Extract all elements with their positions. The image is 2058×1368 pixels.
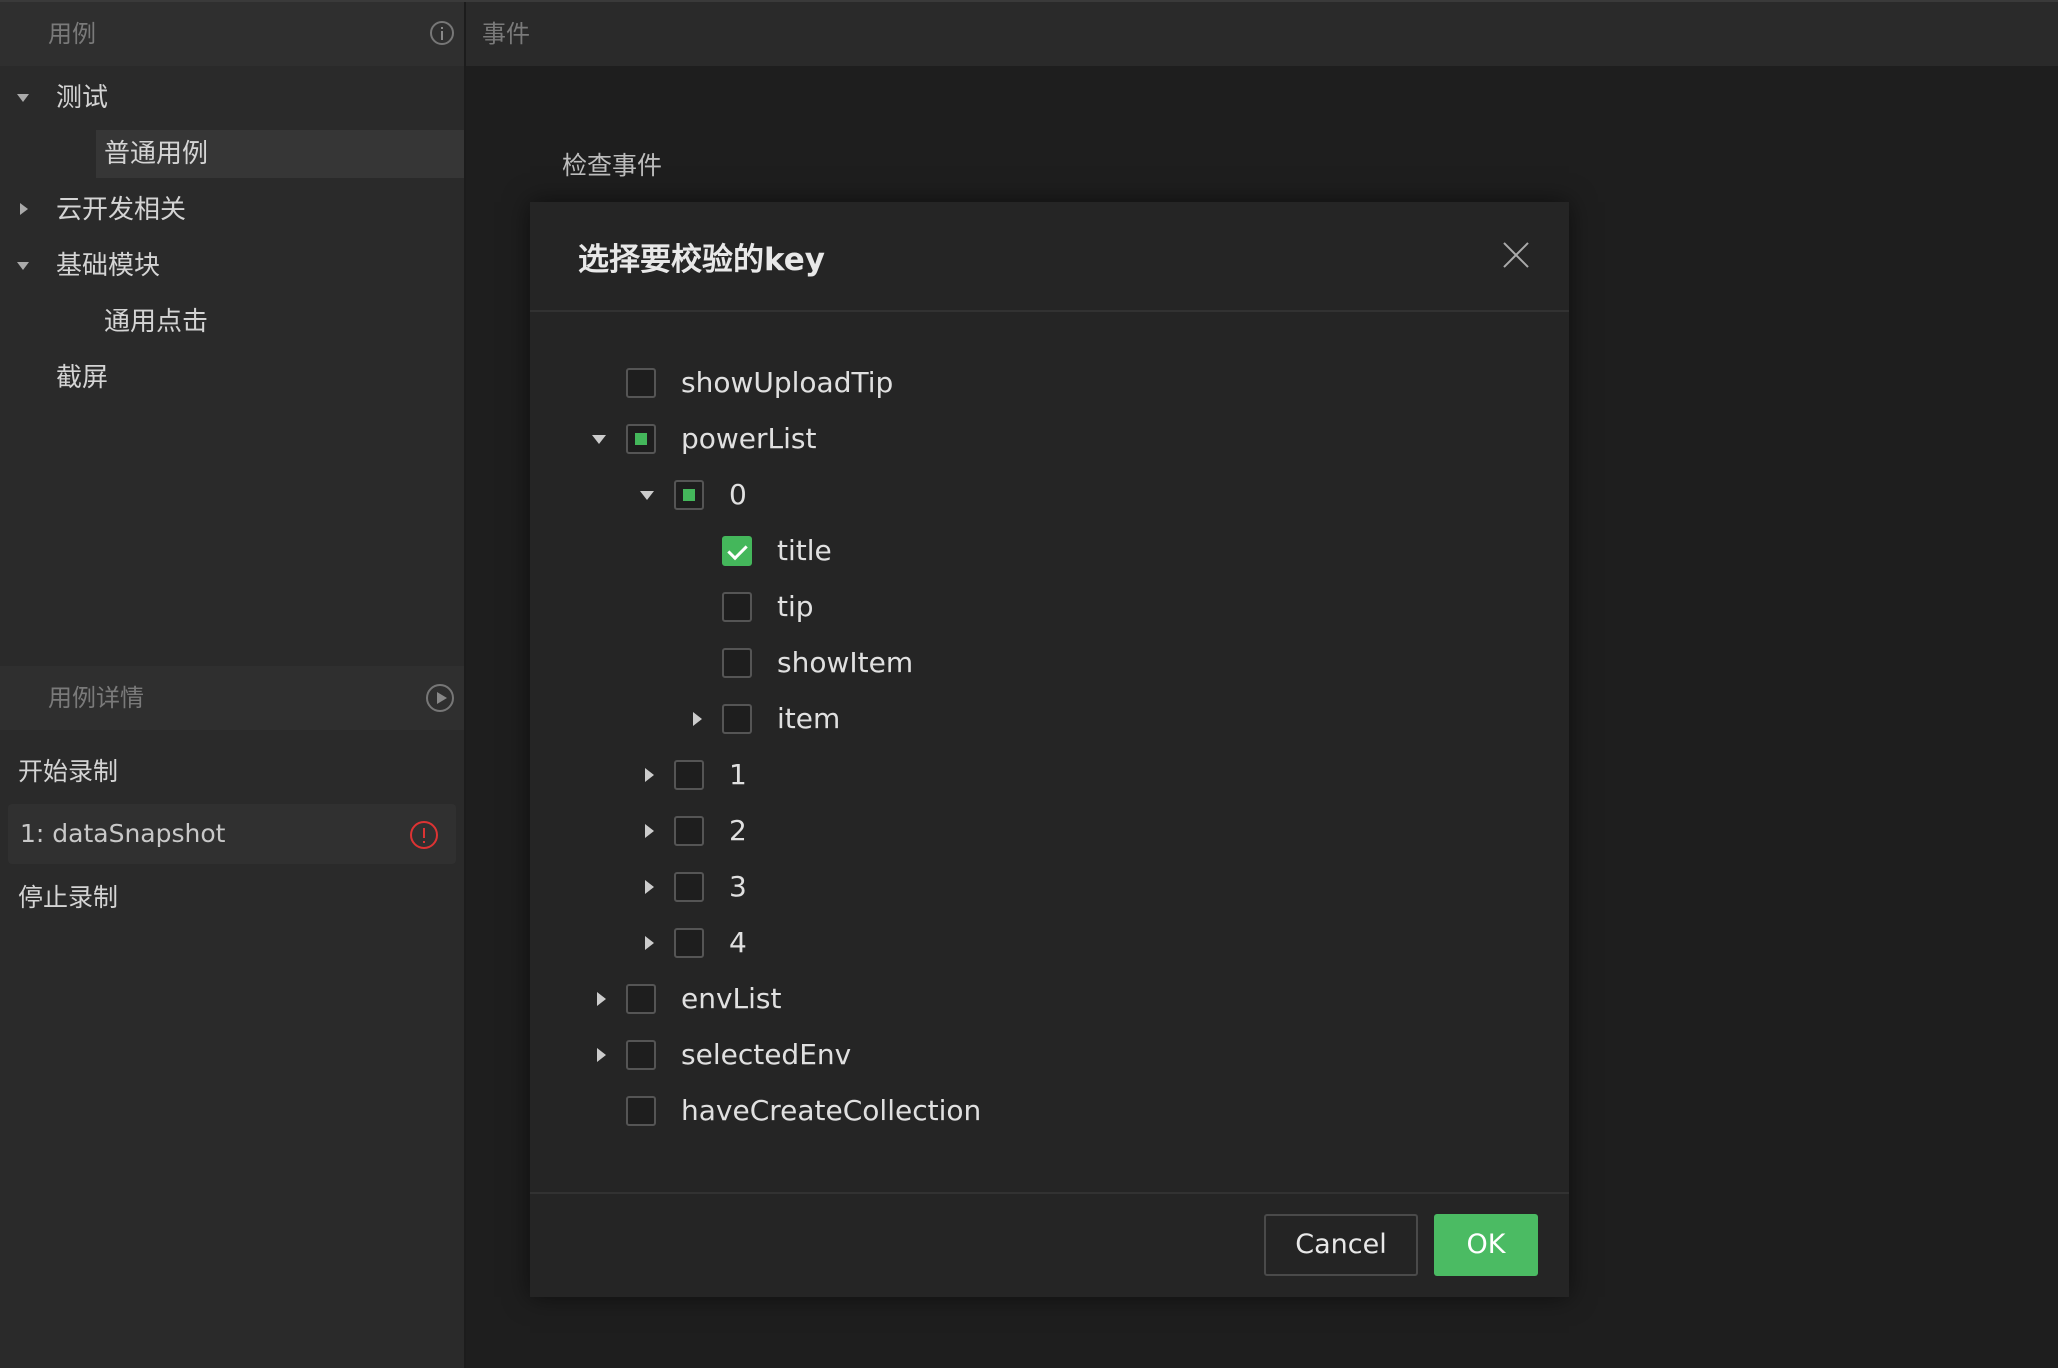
key-tree-row[interactable]: tip: [530, 579, 1569, 635]
close-icon[interactable]: [1501, 240, 1531, 270]
data-snapshot-item[interactable]: 1: dataSnapshot: [0, 804, 464, 864]
key-checkbox[interactable]: [722, 536, 752, 566]
chevron-down-icon[interactable]: [17, 94, 29, 102]
tree-item-normal-case[interactable]: 普通用例: [0, 130, 464, 178]
caret-right-icon[interactable]: [645, 880, 654, 894]
key-label: title: [777, 534, 832, 567]
tree-item-label: 云开发相关: [56, 195, 187, 225]
ok-button[interactable]: OK: [1434, 1214, 1538, 1276]
key-label: 3: [729, 870, 747, 903]
stop-recording-label: 停止录制: [18, 883, 119, 912]
key-tree-row[interactable]: haveCreateCollection: [530, 1083, 1569, 1139]
key-tree-row[interactable]: showItem: [530, 635, 1569, 691]
key-tree-row[interactable]: 3: [530, 859, 1569, 915]
key-label: tip: [777, 590, 814, 623]
caret-down-icon[interactable]: [592, 435, 606, 444]
key-checkbox[interactable]: [722, 592, 752, 622]
key-tree-row[interactable]: 0: [530, 467, 1569, 523]
key-label: selectedEnv: [681, 1038, 852, 1071]
key-label: haveCreateCollection: [681, 1094, 982, 1127]
key-tree-row[interactable]: title: [530, 523, 1569, 579]
modal-footer-divider: [530, 1192, 1569, 1194]
modal-header-divider: [530, 310, 1569, 312]
key-checkbox[interactable]: [626, 1096, 656, 1126]
caret-right-icon[interactable]: [645, 824, 654, 838]
stop-recording-item[interactable]: 停止录制: [0, 868, 464, 928]
cases-header-title: 用例: [48, 20, 96, 48]
key-checkbox[interactable]: [626, 424, 656, 454]
key-checkbox[interactable]: [626, 368, 656, 398]
cancel-button[interactable]: Cancel: [1264, 1214, 1418, 1276]
sidebar: 用例 测试 普通用例 云开发相关 基础模块 通用点击 截屏 用例详情 开始录制 …: [0, 2, 466, 1368]
caret-right-icon[interactable]: [645, 936, 654, 950]
key-checkbox[interactable]: [626, 1040, 656, 1070]
warning-icon[interactable]: [410, 821, 438, 849]
case-detail-header-title: 用例详情: [48, 684, 144, 712]
key-checkbox[interactable]: [674, 928, 704, 958]
key-tree-row[interactable]: item: [530, 691, 1569, 747]
key-checkbox[interactable]: [626, 984, 656, 1014]
key-label: item: [777, 702, 841, 735]
tree-item-label: 通用点击: [104, 307, 209, 337]
caret-right-icon[interactable]: [597, 1048, 606, 1062]
tree-item-cloud-dev[interactable]: 云开发相关: [0, 186, 464, 234]
tree-item-label: 普通用例: [104, 139, 209, 169]
tree-item-screenshot[interactable]: 截屏: [0, 354, 464, 402]
play-icon[interactable]: [426, 684, 454, 712]
key-label: envList: [681, 982, 782, 1015]
caret-right-icon[interactable]: [693, 712, 702, 726]
key-checkbox[interactable]: [674, 480, 704, 510]
key-tree-row[interactable]: 1: [530, 747, 1569, 803]
key-tree-row[interactable]: selectedEnv: [530, 1027, 1569, 1083]
caret-right-icon[interactable]: [597, 992, 606, 1006]
cases-panel-header: 用例: [0, 2, 464, 66]
key-label: 4: [729, 926, 747, 959]
key-checkbox[interactable]: [674, 816, 704, 846]
key-label: 2: [729, 814, 747, 847]
select-key-modal: 选择要校验的key showUploadTip powerList 0 titl…: [530, 202, 1569, 1297]
caret-right-icon[interactable]: [645, 768, 654, 782]
key-label: 1: [729, 758, 747, 791]
case-detail-panel-header: 用例详情: [0, 666, 464, 730]
key-tree-row[interactable]: powerList: [530, 411, 1569, 467]
key-checkbox[interactable]: [674, 760, 704, 790]
modal-title: 选择要校验的key: [578, 242, 826, 278]
tree-item-label: 基础模块: [56, 251, 161, 281]
key-checkbox[interactable]: [722, 648, 752, 678]
tree-item-test[interactable]: 测试: [0, 74, 464, 122]
key-label: powerList: [681, 422, 817, 455]
key-checkbox[interactable]: [722, 704, 752, 734]
tree-item-label: 截屏: [56, 363, 109, 393]
events-header: 事件: [466, 2, 2058, 66]
key-label: 0: [729, 478, 747, 511]
start-recording-label: 开始录制: [18, 757, 119, 786]
caret-down-icon[interactable]: [640, 491, 654, 500]
check-event-label: 检查事件: [562, 151, 663, 180]
key-label: showUploadTip: [681, 366, 894, 399]
tree-item-basic-module[interactable]: 基础模块: [0, 242, 464, 290]
key-checkbox[interactable]: [674, 872, 704, 902]
tree-item-label: 测试: [56, 83, 109, 113]
key-tree-row[interactable]: 4: [530, 915, 1569, 971]
key-tree-row[interactable]: showUploadTip: [530, 355, 1569, 411]
key-tree-row[interactable]: 2: [530, 803, 1569, 859]
tree-item-common-click[interactable]: 通用点击: [0, 298, 464, 346]
key-tree-row[interactable]: envList: [530, 971, 1569, 1027]
data-snapshot-label: 1: dataSnapshot: [20, 819, 226, 848]
chevron-right-icon[interactable]: [20, 203, 28, 215]
events-header-title: 事件: [482, 20, 530, 48]
chevron-down-icon[interactable]: [17, 262, 29, 270]
start-recording-item[interactable]: 开始录制: [0, 742, 464, 802]
info-icon[interactable]: [430, 21, 454, 45]
key-label: showItem: [777, 646, 914, 679]
